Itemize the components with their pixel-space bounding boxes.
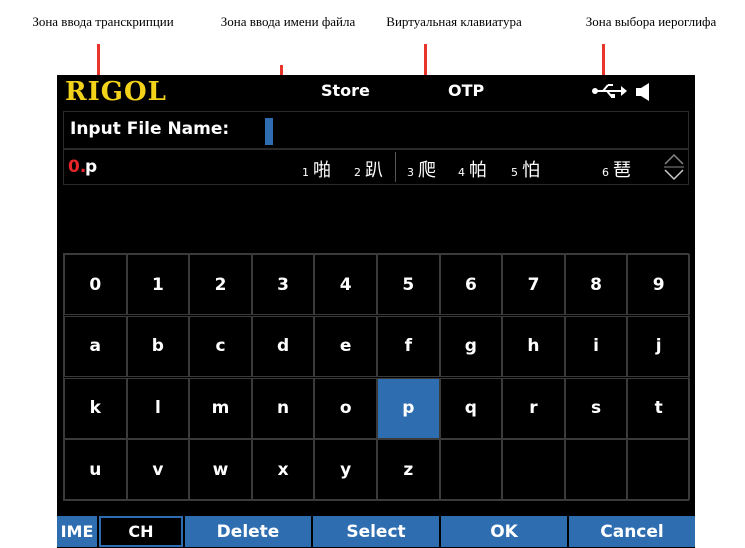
rigol-logo: RIGOL (65, 77, 167, 107)
key-g[interactable]: g (439, 315, 503, 377)
key-empty (439, 439, 503, 501)
transcription-input-zone: 0. p 1 啪 2 趴 3 爬 4 帕 5 怕 6 琶 (63, 149, 689, 185)
key-p[interactable]: p (377, 377, 440, 439)
key-empty (502, 439, 565, 501)
key-a[interactable]: a (64, 315, 127, 377)
usb-icon (592, 84, 627, 98)
ime-mode-button[interactable]: CH (99, 516, 183, 547)
device-screen: RIGOL Store OTP Input File Name: 0. p 1 … (57, 75, 695, 548)
key-l[interactable]: l (126, 377, 190, 439)
key-f[interactable]: f (377, 315, 440, 377)
key-b[interactable]: b (126, 315, 190, 377)
annotation-transcription-zone: Зона ввода транскрипции (32, 14, 174, 29)
candidate-number: 6 (602, 166, 609, 179)
candidate-number: 2 (354, 166, 361, 179)
page-up-down-icon[interactable] (663, 152, 685, 182)
mode-label: OTP (448, 81, 485, 100)
key-c[interactable]: c (189, 315, 252, 377)
pinyin-index: 0. (68, 157, 87, 177)
key-z[interactable]: z (377, 439, 440, 501)
candidate-number: 3 (407, 166, 414, 179)
key-m[interactable]: m (189, 377, 252, 439)
filename-label: Input File Name: (70, 119, 230, 139)
virtual-keyboard: 0123456789 abcdefghij klmnopqrst uvwxyz (63, 253, 690, 501)
delete-button[interactable]: Delete (185, 516, 311, 547)
key-d[interactable]: d (251, 315, 315, 377)
candidate-number: 4 (458, 166, 465, 179)
ime-label: IME (57, 516, 97, 547)
key-q[interactable]: q (439, 377, 503, 439)
key-4[interactable]: 4 (314, 254, 377, 315)
key-x[interactable]: x (251, 439, 315, 501)
key-empty (627, 439, 690, 501)
candidate-number: 5 (511, 166, 518, 179)
key-i[interactable]: i (564, 315, 628, 377)
candidate-character: 啪 (313, 160, 331, 181)
key-e[interactable]: e (314, 315, 377, 377)
key-v[interactable]: v (126, 439, 190, 501)
key-1[interactable]: 1 (126, 254, 190, 315)
key-6[interactable]: 6 (439, 254, 503, 315)
key-empty (564, 439, 628, 501)
softkey-bar: IME CH Delete Select OK Cancel (57, 515, 695, 548)
text-cursor (265, 118, 273, 145)
key-9[interactable]: 9 (627, 254, 690, 315)
candidate-divider (395, 152, 396, 182)
key-j[interactable]: j (627, 315, 690, 377)
key-n[interactable]: n (251, 377, 315, 439)
key-3[interactable]: 3 (251, 254, 315, 315)
candidate-character: 趴 (365, 160, 383, 181)
candidate-character: 琶 (613, 160, 631, 181)
key-r[interactable]: r (502, 377, 565, 439)
key-t[interactable]: t (627, 377, 690, 439)
candidate-character: 怕 (522, 160, 540, 181)
candidate-character: 帕 (469, 160, 487, 181)
top-bar: RIGOL Store OTP (57, 75, 695, 108)
key-s[interactable]: s (564, 377, 628, 439)
key-u[interactable]: u (64, 439, 127, 501)
speaker-icon (636, 83, 649, 101)
cancel-button[interactable]: Cancel (569, 516, 695, 547)
annotation-keyboard-zone: Виртуальная клавиатура (386, 14, 522, 29)
key-5[interactable]: 5 (377, 254, 440, 315)
key-8[interactable]: 8 (564, 254, 628, 315)
key-0[interactable]: 0 (64, 254, 127, 315)
pinyin-text: p (85, 157, 98, 177)
page-title: Store (321, 81, 370, 100)
key-2[interactable]: 2 (189, 254, 252, 315)
candidate-character: 爬 (418, 160, 436, 181)
filename-input-zone[interactable]: Input File Name: (63, 111, 689, 149)
annotation-filename-zone: Зона ввода имени файла (220, 14, 356, 29)
key-h[interactable]: h (502, 315, 565, 377)
candidate-number: 1 (302, 166, 309, 179)
key-7[interactable]: 7 (502, 254, 565, 315)
key-w[interactable]: w (189, 439, 252, 501)
key-k[interactable]: k (64, 377, 127, 439)
key-o[interactable]: o (314, 377, 377, 439)
key-y[interactable]: y (314, 439, 377, 501)
ok-button[interactable]: OK (441, 516, 567, 547)
annotation-character-zone: Зона выбора иероглифа (585, 14, 717, 29)
select-button[interactable]: Select (313, 516, 439, 547)
